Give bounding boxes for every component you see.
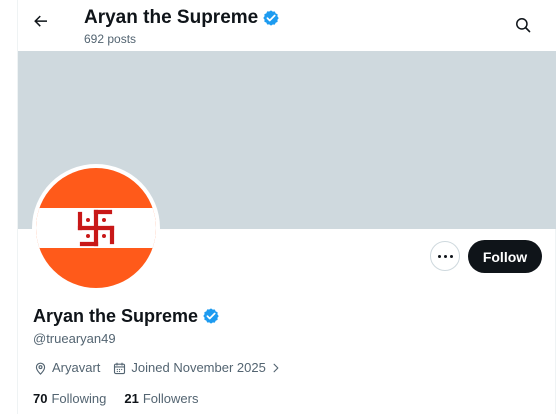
following-label: Following — [51, 391, 107, 406]
avatar — [36, 168, 156, 288]
profile-header: Aryan the Supreme 692 posts — [18, 0, 556, 51]
profile-name: Aryan the Supreme — [33, 306, 199, 326]
follow-stats: 70 Following 21 Followers — [33, 391, 198, 407]
back-button[interactable] — [30, 10, 52, 32]
following-stat[interactable]: 70 Following — [33, 391, 106, 407]
chevron-right-icon[interactable] — [270, 362, 282, 374]
more-horizontal-icon — [437, 254, 441, 258]
header-profile-name: Aryan the Supreme — [84, 7, 259, 28]
verified-badge-icon — [202, 307, 220, 325]
followers-stat[interactable]: 21 Followers — [124, 391, 198, 407]
joined-label: Joined November 2025 — [131, 360, 266, 375]
profile-page: Aryan the Supreme 692 posts Follow Aryan… — [0, 0, 558, 414]
profile-name-row: Aryan the Supreme — [33, 304, 220, 328]
search-icon — [516, 18, 531, 33]
arrow-left-icon — [34, 15, 47, 27]
post-count: 692 posts — [84, 32, 137, 46]
more-horizontal-icon-dot — [443, 254, 447, 258]
followers-label: Followers — [142, 391, 199, 406]
profile-meta: Aryavart Joined November 2025 — [33, 360, 282, 376]
calendar-icon — [112, 361, 127, 376]
location-item: Aryavart — [33, 360, 100, 376]
header-title-row: Aryan the Supreme — [84, 6, 280, 30]
more-horizontal-icon-dot — [449, 254, 453, 258]
following-count: 70 — [33, 391, 48, 406]
search-button[interactable] — [512, 14, 534, 36]
more-options-button[interactable] — [430, 241, 460, 271]
user-handle: @truearyan49 — [33, 331, 116, 346]
verified-badge-icon — [262, 9, 280, 27]
follow-button[interactable]: Follow — [468, 240, 542, 273]
avatar-container[interactable] — [32, 164, 160, 292]
joined-item: Joined November 2025 — [112, 360, 266, 376]
location-label: Aryavart — [52, 360, 101, 375]
followers-count: 21 — [124, 391, 139, 406]
location-pin-icon — [33, 361, 48, 376]
